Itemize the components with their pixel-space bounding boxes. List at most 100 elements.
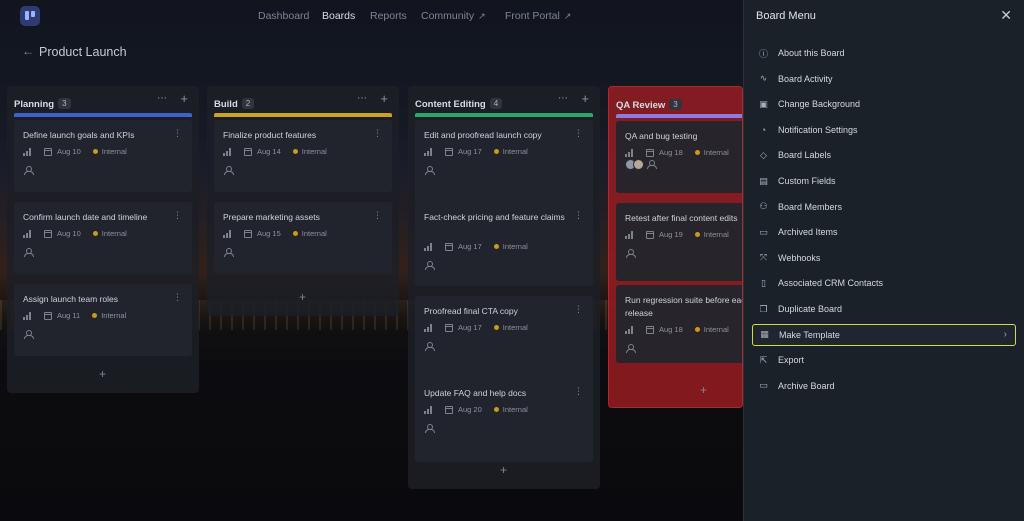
menu-item[interactable]: ▦ Make Template › xyxy=(752,323,1016,346)
nav-dashboard[interactable]: Dashboard xyxy=(258,10,309,22)
nav-boards[interactable]: Boards xyxy=(322,10,355,22)
priority-icon xyxy=(23,311,32,320)
bell-icon: ◔ xyxy=(760,124,767,135)
menu-item-label: Duplicate Board xyxy=(778,304,843,314)
card-title: Run regression suite before each release xyxy=(625,295,743,318)
task-card[interactable]: Edit and proofread launch copy ⋮ Aug 17 Int… xyxy=(415,120,593,204)
card-more-icon[interactable]: ⋮ xyxy=(173,292,182,303)
calendar-icon xyxy=(646,148,654,157)
avatar xyxy=(633,158,644,170)
card-more-icon[interactable]: ⋮ xyxy=(574,210,583,221)
user-icon[interactable] xyxy=(626,344,636,353)
user-icon[interactable] xyxy=(224,248,234,257)
user-icon[interactable] xyxy=(24,330,34,339)
menu-item[interactable]: ▣ Change Background xyxy=(752,93,1016,115)
user-icon[interactable] xyxy=(626,249,636,258)
user-icon[interactable] xyxy=(425,342,435,351)
menu-item[interactable]: ⤧ Webhooks xyxy=(752,247,1016,269)
card-more-icon[interactable]: ⋮ xyxy=(574,304,583,315)
card-more-icon[interactable]: ⋮ xyxy=(373,128,382,139)
card-due-date: Aug 10 xyxy=(57,147,81,156)
column-count-badge: 2 xyxy=(241,98,255,109)
column-count-badge: 3 xyxy=(669,99,682,110)
column-header: QA Review3⋯+ xyxy=(616,95,742,111)
card-meta: Aug 20 Internal xyxy=(424,405,528,414)
duplicate-icon: ❐ xyxy=(759,303,768,314)
priority-icon xyxy=(23,229,32,238)
column-header: Build 2 ⋯ + xyxy=(214,91,394,110)
user-icon[interactable] xyxy=(224,166,234,175)
priority-icon xyxy=(424,147,433,156)
task-card[interactable]: Confirm launch date and timeline ⋮ Aug 10 I… xyxy=(14,202,192,274)
priority-icon xyxy=(625,148,634,157)
card-more-icon[interactable]: ⋮ xyxy=(574,386,583,397)
more-icon[interactable]: ⋯ xyxy=(558,93,569,104)
app-logo-icon[interactable] xyxy=(20,6,40,26)
task-card[interactable]: Fact-check pricing and feature claims ⋮ Au… xyxy=(415,202,593,286)
board-menu-panel: Board Menu ✕ ⓘ About this Board ∿ Board Act… xyxy=(743,0,1024,521)
card-title: Define launch goals and KPIs xyxy=(23,130,135,140)
user-icon[interactable] xyxy=(647,160,657,169)
task-card[interactable]: QA and bug testing⋮Aug 18Internal xyxy=(616,121,742,193)
menu-item-label: Archived Items xyxy=(778,227,838,238)
menu-item[interactable]: ▭ Archived Items xyxy=(752,221,1016,243)
add-card-icon[interactable]: + xyxy=(299,290,306,304)
task-card[interactable]: Retest after final content edits⋮Aug 19I… xyxy=(616,203,742,281)
menu-item[interactable]: ▭ Archive Board xyxy=(752,375,1016,397)
board-column: Build 2 ⋯ + Finalize product features ⋮ Aug 14… xyxy=(207,86,399,316)
user-icon[interactable] xyxy=(24,248,34,257)
menu-item[interactable]: ⚇ Board Members xyxy=(752,196,1016,218)
menu-item[interactable]: ∿ Board Activity xyxy=(752,68,1016,90)
add-icon[interactable]: + xyxy=(180,91,188,106)
add-icon[interactable]: + xyxy=(380,91,388,106)
user-icon[interactable] xyxy=(425,166,435,175)
card-assignees[interactable] xyxy=(625,158,657,170)
card-more-icon[interactable]: ⋮ xyxy=(373,210,382,221)
chevron-right-icon: › xyxy=(1003,328,1007,340)
task-card[interactable]: Finalize product features ⋮ Aug 14 Internal xyxy=(214,120,392,192)
add-card-icon[interactable]: + xyxy=(700,383,707,397)
menu-item[interactable]: ◔ Notification Settings xyxy=(752,119,1016,141)
menu-item[interactable]: ▤ Custom Fields xyxy=(752,170,1016,192)
task-card[interactable]: Run regression suite before each release… xyxy=(616,285,743,363)
add-card-icon[interactable]: + xyxy=(500,463,507,477)
task-card[interactable]: Proofread final CTA copy ⋮ Aug 17 Internal xyxy=(415,296,593,380)
nav-reports[interactable]: Reports xyxy=(370,10,407,22)
add-icon[interactable]: + xyxy=(581,91,589,106)
menu-item[interactable]: ▯ Associated CRM Contacts xyxy=(752,272,1016,294)
user-icon[interactable] xyxy=(425,261,435,270)
card-more-icon[interactable]: ⋮ xyxy=(173,128,182,139)
user-icon[interactable] xyxy=(24,166,34,175)
menu-item[interactable]: ◇ Board Labels xyxy=(752,144,1016,166)
card-more-icon[interactable]: ⋮ xyxy=(574,128,583,139)
nav-front-portal[interactable]: Front Portal ↗ xyxy=(505,10,571,22)
card-label: Internal xyxy=(703,230,729,239)
more-icon[interactable]: ⋯ xyxy=(157,93,168,104)
priority-icon xyxy=(223,229,232,238)
menu-item[interactable]: ⇱ Export xyxy=(752,349,1016,371)
task-card[interactable]: Assign launch team roles ⋮ Aug 11 Internal xyxy=(14,284,192,356)
close-icon[interactable]: ✕ xyxy=(1000,7,1012,24)
card-meta: Aug 18 Internal xyxy=(625,148,729,157)
more-icon[interactable]: ⋯ xyxy=(357,93,368,104)
priority-icon xyxy=(625,230,634,239)
task-card[interactable]: Prepare marketing assets ⋮ Aug 15 Internal xyxy=(214,202,392,274)
card-label: Internal xyxy=(502,405,528,414)
board-column: Planning 3 ⋯ + Define launch goals and KPIs ⋮… xyxy=(7,86,199,393)
card-more-icon[interactable]: ⋮ xyxy=(173,210,182,221)
column-header: Content Editing 4 ⋯ + xyxy=(415,91,595,110)
calendar-icon xyxy=(244,229,252,238)
label-dot xyxy=(292,231,298,236)
priority-icon xyxy=(424,242,433,251)
calendar-icon xyxy=(445,242,453,251)
back-arrow-icon[interactable]: ← xyxy=(22,44,34,58)
user-icon[interactable] xyxy=(425,424,435,433)
menu-item-label: Make Template xyxy=(779,329,840,340)
nav-community[interactable]: Community ↗ xyxy=(421,10,486,22)
menu-item[interactable]: ❐ Duplicate Board xyxy=(752,298,1016,320)
task-card[interactable]: Define launch goals and KPIs ⋮ Aug 10 Inter… xyxy=(14,120,192,192)
task-card[interactable]: Update FAQ and help docs ⋮ Aug 20 Internal xyxy=(415,378,593,462)
priority-icon xyxy=(223,147,232,156)
add-card-icon[interactable]: + xyxy=(99,367,106,381)
menu-item[interactable]: ⓘ About this Board xyxy=(752,42,1016,64)
